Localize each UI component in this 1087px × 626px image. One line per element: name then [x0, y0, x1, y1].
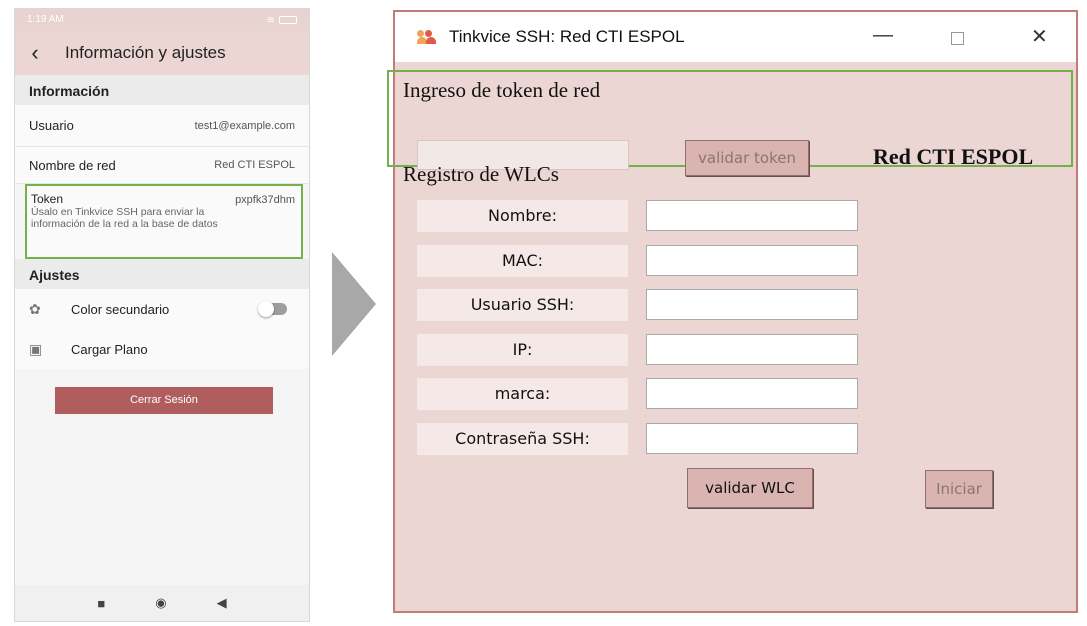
network-name-label: Nombre de red — [29, 157, 116, 173]
mac-input[interactable] — [646, 245, 858, 276]
token-description: Úsalo en Tinkvice SSH para enviar la inf… — [31, 206, 218, 230]
token-row[interactable]: Token Úsalo en Tinkvice SSH para enviar … — [25, 184, 303, 259]
tinkvice-window: Tinkvice SSH: Red CTI ESPOL — ✕ Ingreso … — [387, 10, 1078, 613]
phone-screen: 1:19 AM ≋ ‹ Información y ajustes Inform… — [14, 8, 310, 622]
validate-wlc-button[interactable]: validar WLC — [687, 468, 813, 508]
back-icon[interactable]: ◀ — [217, 595, 227, 611]
logout-button[interactable]: Cerrar Sesión — [55, 387, 273, 414]
title-bar: Tinkvice SSH: Red CTI ESPOL — ✕ — [395, 12, 1076, 62]
settings-section-header: Ajustes — [15, 259, 309, 289]
back-arrow-icon[interactable]: ‹ — [15, 40, 55, 66]
page-title: Información y ajustes — [65, 43, 226, 62]
comparison-figure: 1:19 AM ≋ ‹ Información y ajustes Inform… — [0, 0, 1087, 626]
upload-plan-row[interactable]: ▣ Cargar Plano — [15, 329, 309, 369]
token-value: pxpfk37dhm — [235, 194, 295, 206]
image-icon: ▣ — [29, 340, 43, 357]
window-title: Tinkvice SSH: Red CTI ESPOL — [449, 27, 685, 46]
close-icon[interactable]: ✕ — [1031, 24, 1048, 49]
info-section-header: Información — [15, 75, 309, 105]
right-arrow-icon — [332, 252, 376, 356]
name-input[interactable] — [646, 200, 858, 231]
ssh-user-input[interactable] — [646, 289, 858, 320]
user-value: test1@example.com — [194, 119, 295, 132]
name-label: Nombre: — [417, 200, 628, 232]
brand-label: marca: — [417, 378, 628, 410]
maximize-icon[interactable] — [951, 32, 964, 45]
secondary-color-label: Color secundario — [71, 301, 170, 317]
validate-token-button[interactable]: validar token — [685, 140, 809, 176]
ssh-password-label: Contraseña SSH: — [417, 423, 628, 455]
secondary-color-toggle[interactable] — [258, 301, 287, 317]
recents-icon[interactable]: ■ — [97, 596, 105, 611]
status-time: 1:19 AM — [27, 14, 64, 25]
upload-plan-label: Cargar Plano — [71, 341, 148, 357]
android-nav-bar: ■ ◉ ◀ — [15, 585, 309, 621]
token-heading: Ingreso de token de red — [403, 78, 601, 102]
ip-input[interactable] — [646, 334, 858, 365]
wifi-icon: ≋ — [266, 14, 275, 26]
app-bar: ‹ Información y ajustes — [15, 31, 309, 75]
battery-icon — [279, 16, 297, 24]
ssh-user-label: Usuario SSH: — [417, 289, 628, 321]
user-label: Usuario — [29, 118, 74, 133]
wlc-heading: Registro de WLCs — [403, 162, 559, 186]
ssh-password-input[interactable] — [646, 423, 858, 454]
home-icon[interactable]: ◉ — [155, 595, 166, 611]
network-name-value: Red CTI ESPOL — [214, 159, 295, 171]
minimize-icon[interactable]: — — [873, 24, 893, 47]
network-name-row: Nombre de red Red CTI ESPOL — [15, 147, 309, 184]
user-row: Usuario test1@example.com — [15, 105, 309, 147]
start-button[interactable]: Iniciar — [925, 470, 993, 508]
palette-icon: ✿ — [29, 300, 41, 317]
mac-label: MAC: — [417, 245, 628, 277]
secondary-color-row[interactable]: ✿ Color secundario — [15, 289, 309, 329]
network-name: Red CTI ESPOL — [873, 144, 1034, 169]
brand-input[interactable] — [646, 378, 858, 409]
ip-label: IP: — [417, 334, 628, 366]
status-bar: 1:19 AM ≋ — [15, 9, 309, 31]
users-icon — [417, 30, 439, 44]
